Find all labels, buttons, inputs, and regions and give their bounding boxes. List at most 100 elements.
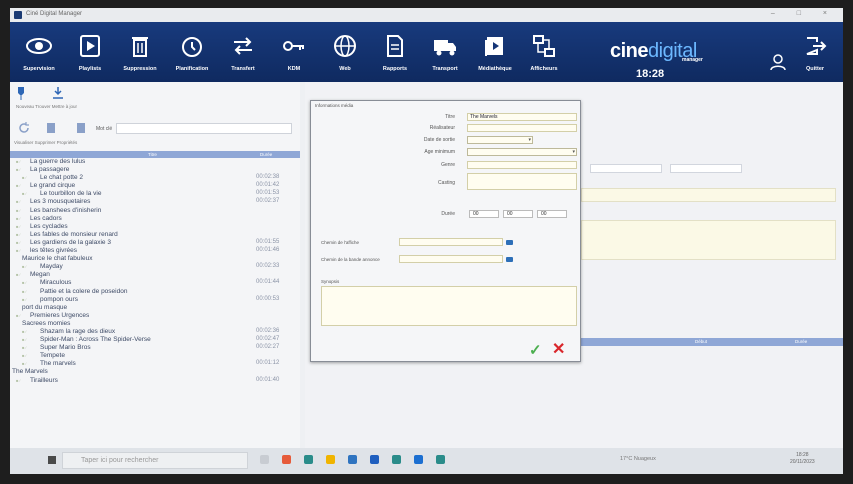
tree-row[interactable]: Sacrees momies — [10, 320, 300, 328]
window-controls[interactable]: – □ × — [771, 10, 837, 17]
document-icon[interactable] — [46, 122, 56, 134]
director-field[interactable] — [467, 124, 577, 132]
tree-node-icon: ■ ⁄ — [22, 280, 27, 286]
min-age-select[interactable]: ▾ — [467, 148, 577, 156]
app-icon[interactable] — [414, 455, 423, 464]
user-icon[interactable] — [768, 52, 788, 72]
cancel-button[interactable]: ✕ — [552, 339, 565, 359]
duration-seconds-spinner[interactable]: 00 — [537, 210, 567, 218]
logout-icon — [806, 37, 827, 55]
tree-row[interactable]: ■ ⁄ La guerre des lulus — [10, 158, 300, 166]
tree-row[interactable]: ■ ⁄ Tempete — [10, 352, 300, 360]
app-icon[interactable] — [348, 455, 357, 464]
duration-minutes-spinner[interactable]: 00 — [503, 210, 533, 218]
toolbar-playlists-button[interactable]: Playlists — [65, 28, 115, 78]
tree-row-title: port du masque — [22, 303, 68, 311]
monitor-frame: Ciné Digital Manager – □ × Supervision P… — [0, 0, 853, 484]
search-input[interactable] — [116, 123, 292, 134]
toolbar-label: Médiathèque — [478, 66, 512, 72]
tree-row[interactable]: ■ ⁄ Le grand cirque 00:01:42 — [10, 182, 300, 190]
tree-row-duration: 00:02:47 — [256, 336, 280, 343]
download-icon[interactable] — [52, 86, 64, 100]
tree-row[interactable]: ■ ⁄ Les cyclades — [10, 223, 300, 231]
tree-row[interactable]: ■ ⁄ La passagere — [10, 166, 300, 174]
release-date-picker[interactable]: ▾ — [467, 136, 533, 144]
task-view-icon[interactable] — [260, 455, 269, 464]
column-duration[interactable]: Durée — [260, 152, 272, 157]
tree-row-title: La guerre des lulus — [30, 158, 86, 165]
tree-row[interactable]: Maurice le chat fabuleux — [10, 255, 300, 263]
toolbar-quit-button[interactable]: Quitter — [790, 28, 840, 78]
tree-row[interactable]: ■ ⁄ Le chat potte 2 00:02:38 — [10, 174, 300, 182]
tree-row[interactable]: ■ ⁄ pompon ours 00:00:53 — [10, 296, 300, 304]
folder-icon[interactable] — [506, 240, 513, 245]
date-end-field[interactable] — [670, 164, 742, 173]
tree-row[interactable]: ■ ⁄ Les fables de monsieur renard — [10, 231, 300, 239]
toolbar-kdm-button[interactable]: KDM — [269, 28, 319, 78]
report-icon — [387, 35, 403, 57]
column-duration[interactable]: Durée — [795, 339, 807, 344]
column-start[interactable]: Début — [695, 339, 707, 344]
date-start-field[interactable] — [590, 164, 662, 173]
tree-row-duration: 00:01:53 — [256, 190, 280, 197]
tree-row[interactable]: ■ ⁄ Les cadors — [10, 215, 300, 223]
tree-row[interactable]: ■ ⁄ Miraculous 00:01:44 — [10, 279, 300, 287]
refresh-icon[interactable] — [18, 122, 30, 134]
explorer-icon[interactable] — [326, 455, 335, 464]
taskbar-search-box[interactable]: Taper ici pour rechercher — [62, 452, 248, 469]
store-icon[interactable] — [304, 455, 313, 464]
trailer-path-field[interactable] — [399, 255, 503, 263]
window-titlebar: Ciné Digital Manager – □ × — [10, 8, 843, 22]
folder-icon[interactable] — [506, 257, 513, 262]
tree-row[interactable]: port du masque — [10, 304, 300, 312]
synopsis-field[interactable] — [321, 286, 577, 326]
tree-row[interactable]: ■ ⁄ Pattie et la colere de poseidon — [10, 288, 300, 296]
tree-node-icon: ■ ⁄ — [16, 239, 21, 245]
toolbar-planification-button[interactable]: Planification — [167, 28, 217, 78]
toolbar-supervision-button[interactable]: Supervision — [14, 28, 64, 78]
toolbar-rapports-button[interactable]: Rapports — [370, 28, 420, 78]
tree-row[interactable]: ■ ⁄ Super Mario Bros 00:02:27 — [10, 344, 300, 352]
document-icon[interactable] — [76, 122, 86, 134]
genre-field[interactable] — [467, 161, 577, 169]
duration-hours-spinner[interactable]: 00 — [469, 210, 499, 218]
casting-field[interactable] — [467, 173, 577, 190]
toolbar-transfert-button[interactable]: Transfert — [218, 28, 268, 78]
tree-row-duration: 00:01:42 — [256, 182, 280, 189]
app-icon[interactable] — [370, 455, 379, 464]
toolbar-mediatheque-button[interactable]: Médiathèque — [470, 28, 520, 78]
tree-row[interactable]: ■ ⁄ The marvels 00:01:12 — [10, 360, 300, 368]
tree-row[interactable]: ■ ⁄ Les gardiens de la galaxie 3 00:01:55 — [10, 239, 300, 247]
tree-row[interactable]: ■ ⁄ Les 3 mousquetaires 00:02:37 — [10, 198, 300, 206]
title-field[interactable]: The Marvels — [467, 113, 577, 121]
tree-row[interactable]: ■ ⁄ les têtes givrées 00:01:46 — [10, 247, 300, 255]
windows-start-icon[interactable] — [48, 456, 56, 464]
browser-icon[interactable] — [282, 455, 291, 464]
toolbar-web-button[interactable]: Web — [320, 28, 370, 78]
tree-row[interactable]: ■ ⁄ Spider-Man : Across The Spider-Verse 0… — [10, 336, 300, 344]
poster-path-field[interactable] — [399, 238, 503, 246]
tree-row[interactable]: The Marvels — [10, 368, 300, 376]
tree-row[interactable]: ■ ⁄ Premieres Urgences — [10, 312, 300, 320]
toolbar-transport-button[interactable]: Transport — [420, 28, 470, 78]
column-title[interactable]: Titre — [148, 152, 157, 157]
tree-row[interactable]: ■ ⁄ Les banshees d'inisherin — [10, 207, 300, 215]
screen: Ciné Digital Manager – □ × Supervision P… — [10, 8, 843, 474]
toolbar-afficheurs-button[interactable]: Afficheurs — [519, 28, 569, 78]
tree-row[interactable]: ■ ⁄ Mayday 00:02:33 — [10, 263, 300, 271]
confirm-button[interactable]: ✓ — [529, 341, 542, 359]
app-icon[interactable] — [436, 455, 445, 464]
windows-taskbar: Taper ici pour rechercher 17°C Nuageux 1… — [10, 448, 843, 474]
app-icon[interactable] — [392, 455, 401, 464]
tree-row[interactable]: ■ ⁄ Megan — [10, 271, 300, 279]
tree-row-title: les têtes givrées — [30, 247, 77, 255]
tree-row[interactable]: ■ ⁄ Le tourbillon de la vie 00:01:53 — [10, 190, 300, 198]
tree-row[interactable]: ■ ⁄ Tirailleurs 00:01:40 — [10, 377, 300, 385]
notes-box[interactable] — [581, 220, 836, 260]
tree-row-duration: 00:02:38 — [256, 174, 280, 181]
tree-row[interactable]: ■ ⁄ Shazam la rage des dieux 00:02:36 — [10, 328, 300, 336]
pin-icon[interactable] — [16, 86, 26, 100]
toolbar-suppression-button[interactable]: Suppression — [115, 28, 165, 78]
system-clock[interactable]: 18:28 20/11/2023 — [790, 452, 815, 466]
system-tray-weather[interactable]: 17°C Nuageux — [620, 456, 656, 462]
